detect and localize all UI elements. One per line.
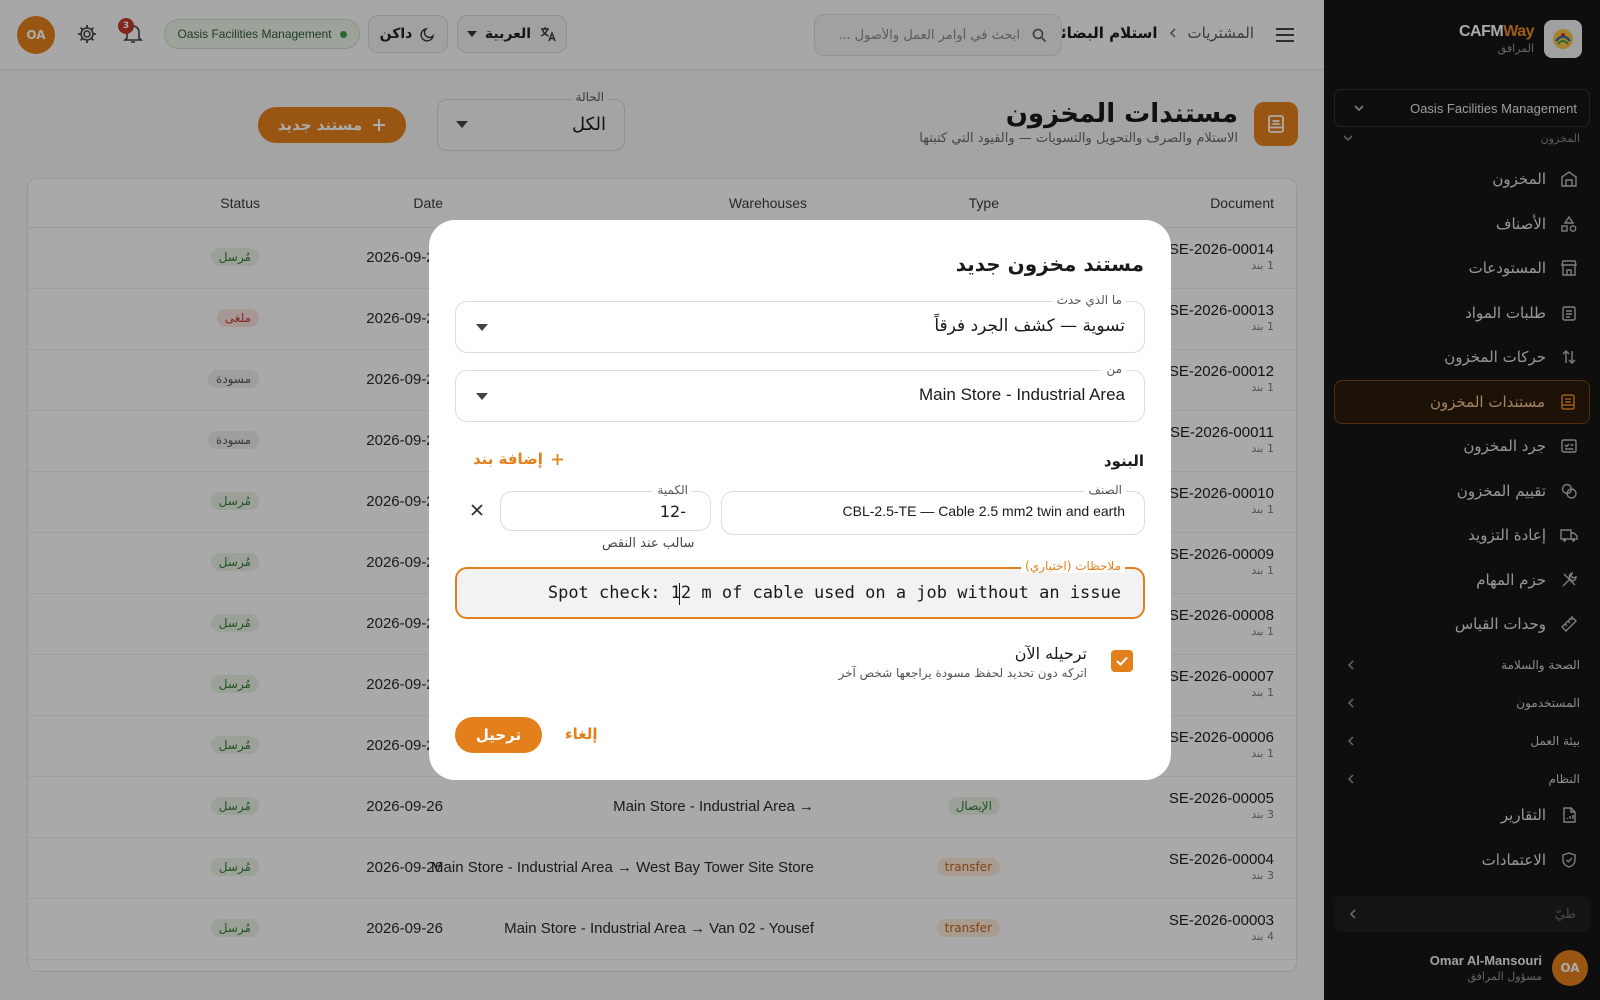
post-now-hint: اتركه دون تحديد لحفظ مسودة يراجعها شخص آ… <box>838 666 1087 680</box>
text-cursor <box>678 583 680 605</box>
line-item-label: الصنف <box>1084 483 1126 497</box>
quantity-value: -12 <box>659 502 686 521</box>
close-icon <box>471 504 483 516</box>
remove-line-button[interactable] <box>469 502 487 520</box>
add-line-button[interactable]: إضافة بند <box>473 450 564 468</box>
post-now-label: ترحيله الآن <box>1014 644 1087 663</box>
dialog-title: مستند مخزون جديد <box>955 252 1144 276</box>
post-now-checkbox[interactable] <box>1111 650 1133 672</box>
caret-down-icon <box>476 393 488 400</box>
checkmark-icon <box>1116 656 1128 666</box>
from-warehouse-value: Main Store - Industrial Area <box>919 385 1125 404</box>
quantity-label: الكمية <box>653 483 692 497</box>
from-warehouse-label: من <box>1102 362 1126 376</box>
event-type-label: ما الذي حدث <box>1052 293 1126 307</box>
from-warehouse-select[interactable]: من Main Store - Industrial Area <box>455 362 1145 422</box>
new-stock-document-dialog: مستند مخزون جديد ما الذي حدث تسوية — كشف… <box>429 220 1171 780</box>
quantity-field[interactable]: الكمية -12 <box>500 483 711 531</box>
line-item-value: CBL-2.5-TE — Cable 2.5 mm2 twin and eart… <box>842 503 1125 519</box>
event-type-value: تسوية — كشف الجرد فرقاً <box>934 316 1125 336</box>
add-line-label: إضافة بند <box>473 450 543 468</box>
plus-icon <box>551 453 563 465</box>
line-item-select[interactable]: الصنف CBL-2.5-TE — Cable 2.5 mm2 twin an… <box>721 483 1145 535</box>
notes-input[interactable] <box>457 569 1143 617</box>
cancel-button[interactable]: إلغاء <box>565 725 598 743</box>
event-type-select[interactable]: ما الذي حدث تسوية — كشف الجرد فرقاً <box>455 293 1145 353</box>
lines-section-label: البنود <box>1103 452 1144 470</box>
post-button[interactable]: ترحيل <box>455 717 542 753</box>
quantity-hint: سالب عند النقص <box>602 536 695 551</box>
notes-field[interactable]: ملاحظات (اختياري) <box>455 559 1145 619</box>
post-now-text: ترحيله الآن اتركه دون تحديد لحفظ مسودة ي… <box>838 644 1087 680</box>
caret-down-icon <box>476 324 488 331</box>
